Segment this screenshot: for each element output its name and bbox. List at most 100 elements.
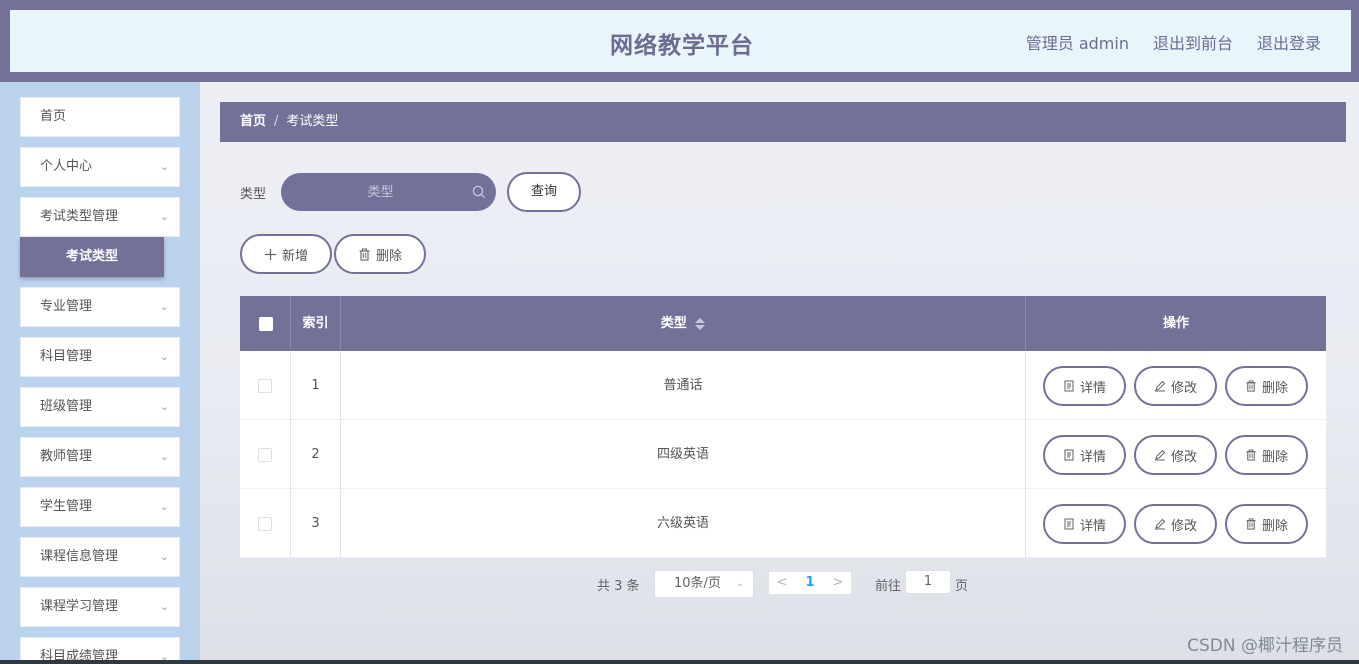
page-number[interactable]: 1	[795, 572, 825, 594]
trash-icon	[359, 248, 370, 261]
bottom-bar	[0, 660, 1359, 664]
page-size-value: 10条/页	[674, 576, 721, 591]
row-checkbox[interactable]	[258, 517, 272, 531]
sidebar-item-label: 课程学习管理	[40, 599, 119, 614]
app-title: 网络教学平台	[610, 33, 754, 59]
top-bar-inner: 网络教学平台 管理员 admin 退出到前台 退出登录	[10, 10, 1351, 72]
row-index: 3	[311, 516, 320, 531]
add-button[interactable]: 新增	[240, 234, 332, 274]
sidebar-item-exam-type-management[interactable]: 考试类型管理 ⌄	[20, 197, 180, 237]
chevron-down-icon: ⌄	[159, 160, 169, 173]
sidebar-item-home[interactable]: 首页	[20, 97, 180, 137]
table-row: 1 普通话 详情 修改 删除	[240, 351, 1326, 420]
select-all-checkbox[interactable]	[259, 317, 273, 331]
sidebar-item-label: 专业管理	[40, 299, 93, 314]
chevron-down-icon: ⌄	[159, 600, 169, 613]
sidebar-item-course-info-management[interactable]: 课程信息管理 ⌄	[20, 537, 180, 577]
detail-button-label: 详情	[1079, 449, 1106, 465]
edit-icon	[1154, 380, 1166, 392]
row-checkbox[interactable]	[258, 379, 272, 393]
row-type: 普通话	[663, 378, 703, 393]
breadcrumb-current: 考试类型	[286, 114, 339, 129]
goto-label: 前往	[875, 579, 902, 594]
pagination: 共 3 条 10条/页 ⌄ < 1 > 前往 1 页	[200, 570, 1359, 600]
edit-button[interactable]: 修改	[1134, 366, 1217, 406]
table-row: 2 四级英语 详情 修改 删除	[240, 420, 1326, 489]
sidebar-item-label: 科目管理	[40, 349, 93, 364]
delete-button[interactable]: 删除	[1225, 435, 1308, 475]
bulk-delete-button-label: 删除	[375, 248, 402, 264]
column-header-index: 索引	[302, 316, 329, 331]
delete-button[interactable]: 删除	[1225, 366, 1308, 406]
column-header-type[interactable]: 类型	[341, 296, 1025, 351]
search-input[interactable]	[281, 173, 496, 211]
main-content: 首页 / 考试类型 类型 查询 新增 删除 索引 类型	[200, 82, 1359, 664]
sidebar-item-teacher-management[interactable]: 教师管理 ⌄	[20, 437, 180, 477]
watermark: CSDN @椰汁程序员	[1187, 636, 1343, 656]
sidebar-item-major-management[interactable]: 专业管理 ⌄	[20, 287, 180, 327]
plus-icon	[264, 248, 276, 260]
table-header: 索引 类型 操作	[240, 296, 1326, 351]
edit-button[interactable]: 修改	[1134, 435, 1217, 475]
next-page-button[interactable]: >	[825, 572, 851, 594]
delete-button-label: 删除	[1261, 449, 1288, 465]
sidebar-item-label: 课程信息管理	[40, 549, 119, 564]
breadcrumb: 首页 / 考试类型	[220, 102, 1346, 142]
sidebar-item-label: 班级管理	[40, 399, 93, 414]
top-links: 管理员 admin 退出到前台 退出登录	[1026, 30, 1321, 54]
document-icon	[1064, 518, 1074, 530]
query-button[interactable]: 查询	[507, 172, 581, 212]
user-label: 管理员 admin	[1025, 34, 1129, 53]
detail-button[interactable]: 详情	[1043, 435, 1126, 475]
sidebar-item-label: 首页	[40, 109, 67, 124]
document-icon	[1064, 380, 1074, 392]
edit-icon	[1154, 449, 1166, 461]
exit-to-front-link[interactable]: 退出到前台	[1153, 30, 1233, 54]
pagination-total: 共 3 条	[597, 579, 640, 594]
row-index: 2	[311, 447, 320, 462]
prev-page-button[interactable]: <	[769, 572, 795, 594]
sidebar-item-student-management[interactable]: 学生管理 ⌄	[20, 487, 180, 527]
chevron-down-icon: ⌄	[159, 500, 169, 513]
page-size-select[interactable]: 10条/页 ⌄	[654, 570, 754, 598]
sidebar-item-class-management[interactable]: 班级管理 ⌄	[20, 387, 180, 427]
table-row: 3 六级英语 详情 修改 删除	[240, 489, 1326, 558]
delete-button-label: 删除	[1261, 518, 1288, 534]
sidebar-item-subject-management[interactable]: 科目管理 ⌄	[20, 337, 180, 377]
delete-button[interactable]: 删除	[1225, 504, 1308, 544]
sidebar-item-label: 个人中心	[40, 159, 93, 174]
chevron-down-icon: ⌄	[159, 350, 169, 363]
chevron-down-icon: ⌄	[735, 578, 744, 589]
logout-link[interactable]: 退出登录	[1257, 30, 1321, 54]
document-icon	[1064, 449, 1074, 461]
sidebar-item-course-study-management[interactable]: 课程学习管理 ⌄	[20, 587, 180, 627]
column-header-type-label: 类型	[660, 316, 687, 331]
submenu-item-exam-type[interactable]: 考试类型	[20, 237, 164, 277]
chevron-down-icon: ⌄	[159, 400, 169, 413]
detail-button[interactable]: 详情	[1043, 504, 1126, 544]
chevron-down-icon: ⌄	[159, 550, 169, 563]
bulk-delete-button[interactable]: 删除	[334, 234, 426, 274]
sidebar-item-label: 学生管理	[40, 499, 93, 514]
edit-button[interactable]: 修改	[1134, 504, 1217, 544]
breadcrumb-home[interactable]: 首页	[240, 114, 266, 129]
detail-button[interactable]: 详情	[1043, 366, 1126, 406]
row-type: 四级英语	[656, 447, 709, 462]
add-button-label: 新增	[281, 248, 308, 264]
trash-icon	[1246, 449, 1256, 461]
sidebar-item-personal-center[interactable]: 个人中心 ⌄	[20, 147, 180, 187]
search-icon	[472, 185, 486, 199]
chevron-down-icon: ⌄	[159, 210, 169, 223]
edit-button-label: 修改	[1170, 449, 1197, 465]
breadcrumb-separator: /	[274, 114, 279, 129]
sidebar: 首页 个人中心 ⌄ 考试类型管理 ⌄ 考试类型 专业管理 ⌄ 科目管理 ⌄ 班级…	[0, 82, 200, 664]
sort-icon[interactable]	[695, 317, 706, 330]
delete-button-label: 删除	[1261, 380, 1288, 396]
search-label: 类型	[240, 187, 267, 202]
column-header-ops: 操作	[1162, 316, 1189, 331]
goto-page-input[interactable]: 1	[905, 570, 951, 594]
row-checkbox[interactable]	[258, 448, 272, 462]
sidebar-item-label: 教师管理	[40, 449, 93, 464]
trash-icon	[1246, 518, 1256, 530]
edit-button-label: 修改	[1170, 380, 1197, 396]
